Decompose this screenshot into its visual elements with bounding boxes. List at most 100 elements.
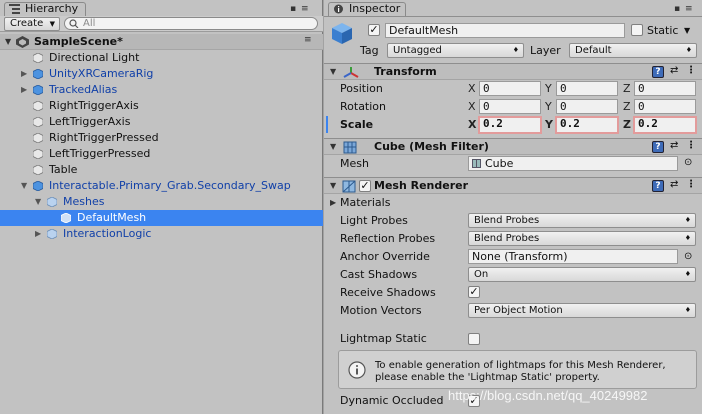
axis-y-label: Y bbox=[545, 118, 553, 131]
cast-shadows-dropdown[interactable]: On ♦ bbox=[468, 267, 696, 282]
collapse-triangle-icon[interactable]: ▼ bbox=[21, 178, 27, 194]
static-checkbox[interactable] bbox=[631, 24, 643, 36]
hierarchy-item[interactable]: ▶ TrackedAlias bbox=[0, 82, 323, 98]
active-checkbox[interactable]: ✓ bbox=[368, 24, 380, 36]
scene-name: SampleScene* bbox=[34, 35, 123, 48]
gameobject-icon bbox=[33, 149, 43, 159]
position-z-field[interactable]: 0 bbox=[634, 81, 696, 96]
create-dropdown[interactable]: Create ▼ bbox=[4, 17, 60, 31]
mesh-value: Cube bbox=[485, 157, 514, 170]
hierarchy-tab-label: Hierarchy bbox=[25, 2, 79, 15]
more-options-icon[interactable]: ⋮ bbox=[686, 65, 696, 76]
rotation-z-field[interactable]: 0 bbox=[634, 99, 696, 114]
materials-label[interactable]: Materials bbox=[340, 196, 390, 209]
scene-menu-icon[interactable]: ≡ bbox=[304, 35, 312, 45]
watermark: https://blog.csdn.net/qq_40249982 bbox=[448, 388, 648, 403]
search-input[interactable]: All bbox=[64, 17, 318, 30]
hierarchy-item[interactable]: ▼ Meshes bbox=[0, 194, 323, 210]
mesh-renderer-enabled-checkbox[interactable]: ✓ bbox=[359, 180, 371, 192]
anchor-override-field[interactable]: None (Transform) bbox=[468, 249, 678, 264]
rotation-y-field[interactable]: 0 bbox=[556, 99, 618, 114]
hierarchy-item[interactable]: Table bbox=[0, 162, 323, 178]
window-menu-icon[interactable]: ▪ ≡ bbox=[290, 4, 310, 14]
chevron-icon: ♦ bbox=[684, 270, 691, 278]
mesh-filter-icon bbox=[343, 141, 357, 154]
hierarchy-item-selected[interactable]: DefaultMesh bbox=[0, 210, 323, 226]
mesh-object-field[interactable]: Cube bbox=[468, 156, 678, 171]
hierarchy-item[interactable]: ▶ InteractionLogic bbox=[0, 226, 323, 242]
more-options-icon[interactable]: ⋮ bbox=[686, 140, 696, 151]
hierarchy-item[interactable]: Directional Light bbox=[0, 50, 323, 66]
gameobject-icon bbox=[47, 229, 57, 239]
hierarchy-tab[interactable]: Hierarchy bbox=[4, 2, 86, 16]
help-icon[interactable]: ? bbox=[652, 66, 664, 78]
transform-gizmo-icon bbox=[343, 67, 359, 78]
gameobject-icon bbox=[33, 117, 43, 127]
gameobject-icon bbox=[47, 197, 57, 207]
hierarchy-item[interactable]: RightTriggerAxis bbox=[0, 98, 323, 114]
gameobject-icon bbox=[33, 165, 43, 175]
object-picker-icon[interactable]: ⊙ bbox=[684, 251, 692, 262]
position-x-field[interactable]: 0 bbox=[479, 81, 541, 96]
hierarchy-item-label: Table bbox=[49, 163, 78, 176]
hierarchy-item[interactable]: ▶ UnityXRCameraRig bbox=[0, 66, 323, 82]
light-probes-label: Light Probes bbox=[340, 214, 408, 227]
transform-title: Transform bbox=[374, 65, 437, 78]
preset-icon[interactable]: ⇄ bbox=[670, 65, 678, 76]
rotation-label: Rotation bbox=[340, 100, 387, 113]
scale-z-field[interactable]: 0.2 bbox=[633, 116, 697, 134]
hierarchy-item[interactable]: ▼ Interactable.Primary_Grab.Secondary_Sw… bbox=[0, 178, 323, 194]
expand-triangle-icon[interactable]: ▶ bbox=[21, 66, 27, 82]
mesh-renderer-header[interactable]: ▼ ✓ Mesh Renderer ? ⇄ ⋮ bbox=[324, 177, 702, 194]
object-picker-icon[interactable]: ⊙ bbox=[684, 157, 692, 168]
transform-header[interactable]: ▼ Transform ? ⇄ ⋮ bbox=[324, 63, 702, 80]
mesh-filter-header[interactable]: ▼ Cube (Mesh Filter) ? ⇄ ⋮ bbox=[324, 138, 702, 155]
tag-dropdown[interactable]: Untagged ♦ bbox=[387, 43, 524, 58]
scene-row[interactable]: ▼ SampleScene* ≡ bbox=[0, 34, 323, 50]
hierarchy-item-label: DefaultMesh bbox=[77, 211, 147, 224]
gameobject-icon bbox=[33, 53, 43, 63]
hierarchy-item[interactable]: LeftTriggerAxis bbox=[0, 114, 323, 130]
axis-z-label: Z bbox=[623, 100, 631, 113]
hierarchy-item-label: RightTriggerPressed bbox=[49, 131, 159, 144]
cast-shadows-value: On bbox=[474, 269, 489, 280]
inspector-tab[interactable]: Inspector bbox=[328, 2, 406, 16]
expand-triangle-icon[interactable]: ▶ bbox=[330, 198, 336, 207]
tag-value: Untagged bbox=[393, 45, 442, 56]
preset-icon[interactable]: ⇄ bbox=[670, 140, 678, 151]
scale-y-field[interactable]: 0.2 bbox=[555, 116, 619, 134]
hierarchy-item-label: Directional Light bbox=[49, 51, 140, 64]
more-options-icon[interactable]: ⋮ bbox=[686, 179, 696, 190]
position-y-field[interactable]: 0 bbox=[556, 81, 618, 96]
expand-triangle-icon[interactable]: ▶ bbox=[21, 82, 27, 98]
scale-x-field[interactable]: 0.2 bbox=[478, 116, 542, 134]
object-name-field[interactable]: DefaultMesh bbox=[385, 23, 625, 38]
prefab-icon bbox=[33, 181, 43, 191]
collapse-triangle-icon: ▼ bbox=[330, 67, 337, 76]
static-label: Static bbox=[647, 24, 679, 37]
gameobject-cube-icon bbox=[332, 23, 352, 44]
rotation-x-field[interactable]: 0 bbox=[479, 99, 541, 114]
receive-shadows-checkbox[interactable]: ✓ bbox=[468, 286, 480, 298]
help-icon[interactable]: ? bbox=[652, 180, 664, 192]
lightmap-static-checkbox[interactable] bbox=[468, 333, 480, 345]
expand-triangle-icon[interactable]: ▶ bbox=[35, 226, 41, 242]
layer-dropdown[interactable]: Default ♦ bbox=[569, 43, 697, 58]
scale-label: Scale bbox=[340, 118, 374, 131]
window-menu-icon[interactable]: ▪ ≡ bbox=[674, 4, 694, 14]
mesh-icon bbox=[472, 159, 481, 168]
axis-y-label: Y bbox=[545, 100, 552, 113]
inspector-tab-label: Inspector bbox=[349, 2, 401, 15]
hierarchy-item-label: RightTriggerAxis bbox=[49, 99, 139, 112]
light-probes-dropdown[interactable]: Blend Probes ♦ bbox=[468, 213, 696, 228]
gameobject-icon bbox=[33, 133, 43, 143]
hierarchy-item[interactable]: LeftTriggerPressed bbox=[0, 146, 323, 162]
reflection-probes-dropdown[interactable]: Blend Probes ♦ bbox=[468, 231, 696, 246]
collapse-triangle-icon[interactable]: ▼ bbox=[35, 194, 41, 210]
static-dropdown-icon[interactable]: ▼ bbox=[684, 26, 690, 35]
motion-vectors-dropdown[interactable]: Per Object Motion ♦ bbox=[468, 303, 696, 318]
help-icon[interactable]: ? bbox=[652, 141, 664, 153]
preset-icon[interactable]: ⇄ bbox=[670, 179, 678, 190]
hierarchy-item-label: LeftTriggerPressed bbox=[49, 147, 151, 160]
hierarchy-item[interactable]: RightTriggerPressed bbox=[0, 130, 323, 146]
